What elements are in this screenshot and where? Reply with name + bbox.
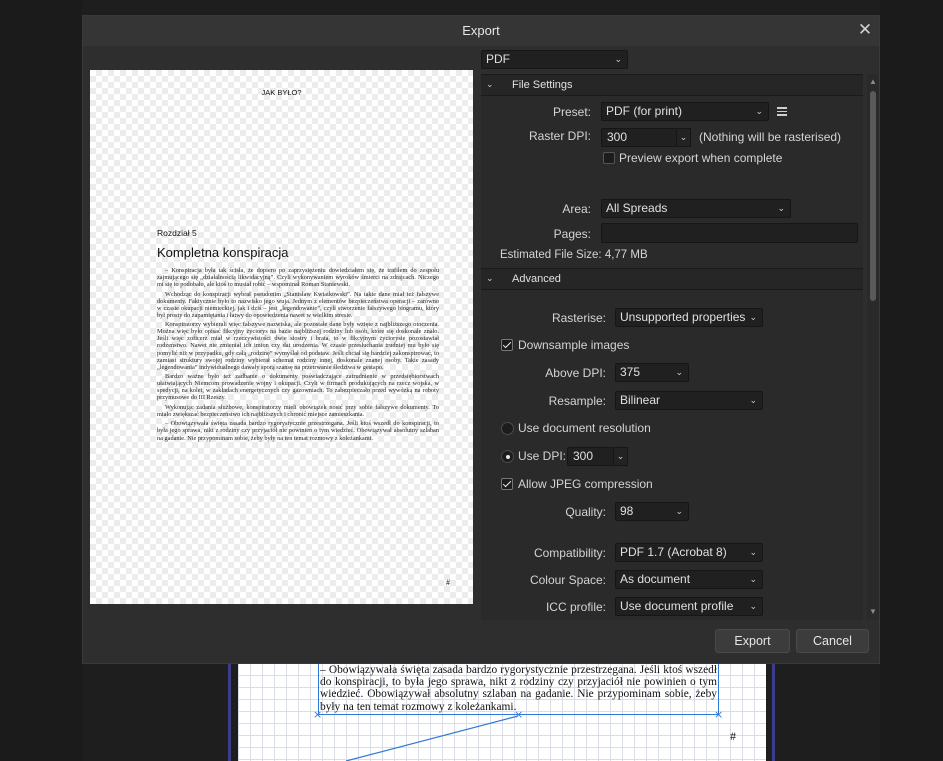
preset-menu-icon[interactable] xyxy=(777,107,787,116)
raster-dpi-input[interactable]: 300 xyxy=(601,128,677,147)
preset-value: PDF (for print) xyxy=(606,104,683,118)
preview-paragraph: – Konspiracja była tak ścisła, że dopier… xyxy=(157,267,439,289)
chevron-down-icon: ⌄ xyxy=(486,273,494,283)
chevron-down-icon: ⌄ xyxy=(749,574,757,584)
preview-export-checkbox[interactable] xyxy=(603,152,615,164)
selection-handle-bl[interactable]: × xyxy=(313,709,322,720)
preset-dropdown[interactable]: PDF (for print) ⌄ xyxy=(601,102,769,121)
chevron-down-icon: ⌄ xyxy=(749,312,757,322)
format-value: PDF xyxy=(486,52,510,66)
section-advanced[interactable]: ⌄ Advanced xyxy=(481,268,863,290)
use-dpi-label: Use DPI: xyxy=(518,449,567,463)
chevron-down-icon: ⌄ xyxy=(675,506,683,516)
downsample-label: Downsample images xyxy=(518,338,630,352)
allow-jpeg-checkbox[interactable] xyxy=(501,478,513,490)
rasterise-dropdown[interactable]: Unsupported properties ⌄ xyxy=(615,308,763,327)
above-dpi-dropdown[interactable]: 375 ⌄ xyxy=(615,363,689,382)
scroll-down-icon[interactable]: ▼ xyxy=(867,606,879,618)
above-dpi-value: 375 xyxy=(620,365,641,379)
quality-dropdown[interactable]: 98 ⌄ xyxy=(615,502,689,521)
raster-dpi-label: Raster DPI: xyxy=(528,129,591,143)
colour-space-label: Colour Space: xyxy=(529,573,606,587)
rasterise-value: Unsupported properties xyxy=(620,310,746,324)
resample-label: Resample: xyxy=(548,394,606,408)
compatibility-dropdown[interactable]: PDF 1.7 (Acrobat 8) ⌄ xyxy=(615,543,763,562)
chevron-down-icon: ⌄ xyxy=(777,203,785,213)
use-dpi-radio[interactable] xyxy=(501,450,514,463)
connector-line xyxy=(345,715,519,761)
preview-running-header: JAK BYŁO? xyxy=(261,88,302,97)
page-number-marker: # xyxy=(730,729,736,743)
dialog-titlebar[interactable]: Export ✕ xyxy=(83,16,879,46)
downsample-checkbox[interactable] xyxy=(501,339,513,351)
export-button[interactable]: Export xyxy=(715,629,790,653)
chevron-down-icon: ⌄ xyxy=(755,106,763,116)
section-title: File Settings xyxy=(512,79,573,91)
colour-space-value: As document xyxy=(620,572,691,586)
chevron-down-icon: ⌄ xyxy=(486,79,494,89)
pages-input[interactable] xyxy=(601,223,858,243)
scroll-up-icon[interactable]: ▲ xyxy=(867,76,879,88)
resample-value: Bilinear xyxy=(620,393,661,407)
preview-paragraph: Wykonując zadania służbowe, konspiratorz… xyxy=(157,403,439,418)
area-value: All Spreads xyxy=(606,201,668,215)
icc-profile-dropdown[interactable]: Use document profile ⌄ xyxy=(615,597,763,616)
preview-paragraph: – Obowiązywała święta zasada bardzo rygo… xyxy=(157,420,439,442)
scrollbar-thumb[interactable] xyxy=(870,91,876,301)
colour-space-dropdown[interactable]: As document ⌄ xyxy=(615,570,763,589)
spread-edge-right xyxy=(772,663,775,761)
section-file-settings[interactable]: ⌄ File Settings xyxy=(481,74,863,96)
preview-paragraph: Bardzo ważne było też zadbanie o dokumen… xyxy=(157,373,439,402)
pages-label: Pages: xyxy=(553,227,591,241)
compatibility-label: Compatibility: xyxy=(533,546,606,560)
use-dpi-chevron-down-icon[interactable]: ⌄ xyxy=(614,447,628,466)
area-label: Area: xyxy=(562,202,591,216)
selection-handle-br[interactable]: × xyxy=(714,709,723,720)
cancel-button[interactable]: Cancel xyxy=(796,629,869,653)
icc-profile-value: Use document profile xyxy=(620,599,734,613)
preview-export-label: Preview export when complete xyxy=(619,151,783,165)
chevron-down-icon: ⌄ xyxy=(749,547,757,557)
spread-edge-left xyxy=(228,663,231,761)
resample-dropdown[interactable]: Bilinear ⌄ xyxy=(615,391,763,410)
icc-profile-label: ICC profile: xyxy=(545,600,606,614)
workspace-right xyxy=(880,0,943,761)
settings-panel: ⌄ File Settings Preset: PDF (for print) … xyxy=(481,74,863,620)
preview-paragraph: Konspiratorzy wybierali więc fałszywe na… xyxy=(157,321,439,371)
quality-label: Quality: xyxy=(565,505,606,519)
compatibility-value: PDF 1.7 (Acrobat 8) xyxy=(620,545,727,559)
use-dpi-input[interactable]: 300 xyxy=(567,447,614,466)
rasterise-label: Rasterise: xyxy=(551,311,606,325)
close-icon[interactable]: ✕ xyxy=(855,20,875,40)
chevron-down-icon: ⌄ xyxy=(675,367,683,377)
use-document-resolution-label: Use document resolution xyxy=(518,421,651,435)
workspace-left xyxy=(0,0,82,761)
chevron-down-icon: ⌄ xyxy=(614,54,622,64)
export-dialog: Export ✕ JAK BYŁO? Rozdział 5 Kompletna … xyxy=(82,15,880,664)
estimated-file-size: Estimated File Size: 4,77 MB xyxy=(500,249,648,261)
raster-dpi-chevron-down-icon[interactable]: ⌄ xyxy=(677,128,691,147)
preview-paragraph: Wchodząc do konspiracji wybrał pseudonim… xyxy=(157,290,439,319)
area-dropdown[interactable]: All Spreads ⌄ xyxy=(601,199,791,218)
quality-value: 98 xyxy=(620,504,634,518)
format-dropdown[interactable]: PDF ⌄ xyxy=(481,50,628,69)
preview-chapter-label: Rozdział 5 xyxy=(157,228,197,238)
export-preview: JAK BYŁO? Rozdział 5 Kompletna konspirac… xyxy=(90,70,473,604)
use-document-resolution-radio[interactable] xyxy=(501,422,514,435)
section-title: Advanced xyxy=(512,273,561,285)
preview-chapter-title: Kompletna konspiracja xyxy=(157,245,289,260)
chevron-down-icon: ⌄ xyxy=(749,395,757,405)
preview-body-text: – Konspiracja była tak ścisła, że dopier… xyxy=(157,267,439,444)
preset-label: Preset: xyxy=(552,105,591,119)
above-dpi-label: Above DPI: xyxy=(545,366,606,380)
settings-scrollbar[interactable]: ▲ ▼ xyxy=(867,74,879,620)
chevron-down-icon: ⌄ xyxy=(749,601,757,611)
preview-page-marker: # xyxy=(446,578,450,587)
raster-note: (Nothing will be rasterised) xyxy=(699,130,842,144)
allow-jpeg-label: Allow JPEG compression xyxy=(518,477,653,491)
dialog-title: Export xyxy=(462,23,500,38)
